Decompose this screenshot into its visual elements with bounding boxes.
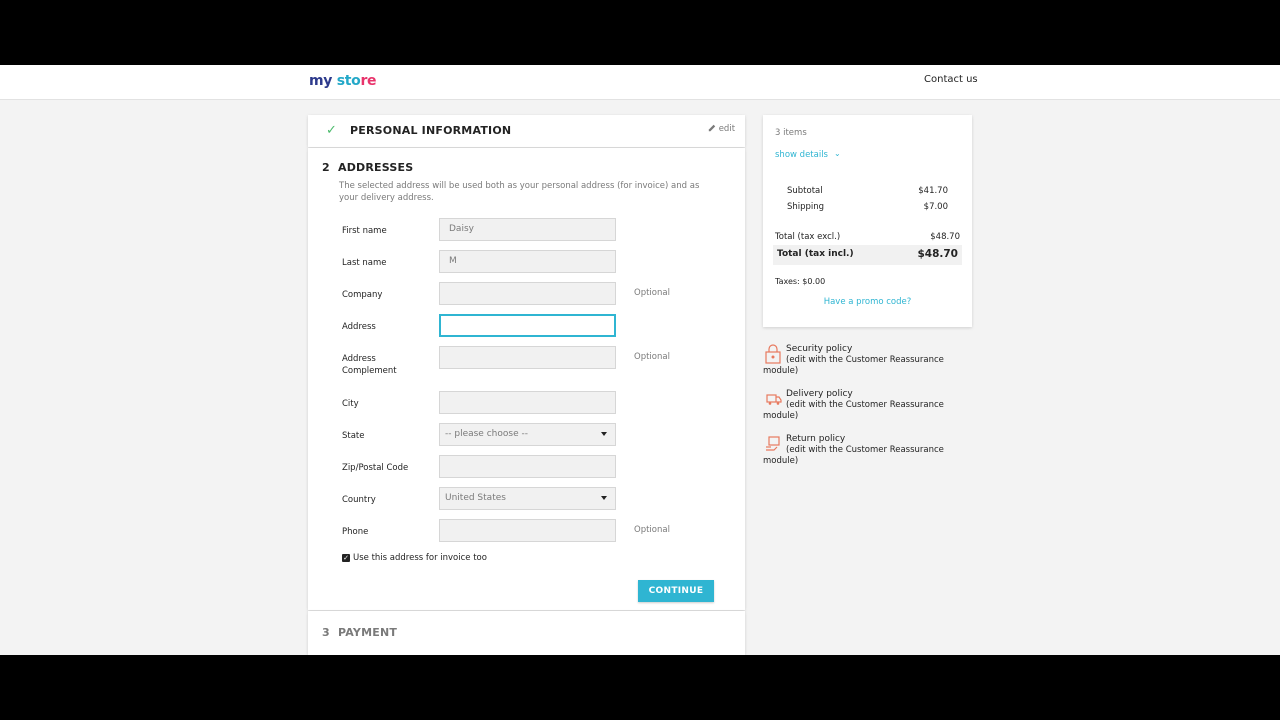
reassurance-delivery: Delivery policy (edit with the Customer … (763, 389, 944, 421)
page-viewport: my store Contact us ✓ PERSONAL INFORMATI… (0, 65, 1280, 655)
use-for-invoice-label[interactable]: Use this address for invoice too (353, 553, 487, 563)
total-incl-value: $48.70 (917, 248, 958, 260)
phone-optional-hint: Optional (634, 525, 670, 535)
step-personal-information[interactable]: ✓ PERSONAL INFORMATION edit (308, 115, 745, 147)
shipping-value: $7.00 (923, 202, 948, 212)
use-for-invoice-checkbox[interactable]: ✓ (342, 554, 350, 562)
caret-down-icon (601, 432, 607, 436)
country-label: Country (342, 495, 376, 505)
reassurance-return: Return policy (edit with the Customer Re… (763, 434, 944, 466)
country-select[interactable]: United States (439, 487, 616, 510)
show-details-link[interactable]: show details (775, 150, 828, 160)
step-title: PERSONAL INFORMATION (350, 124, 512, 137)
step-addresses: 2 ADDRESSES The selected address will be… (308, 148, 745, 610)
reassurance-security: Security policy (edit with the Customer … (763, 344, 944, 376)
address-complement-optional-hint: Optional (634, 352, 670, 362)
edit-link[interactable]: edit (708, 124, 735, 134)
caret-down-icon (601, 496, 607, 500)
taxes-line: Taxes: $0.00 (775, 277, 826, 286)
address-label: Address (342, 322, 376, 332)
zip-input[interactable] (439, 455, 616, 478)
subtotal-label: Subtotal (787, 186, 823, 196)
truck-icon (766, 394, 782, 405)
state-label: State (342, 431, 365, 441)
contact-us-link[interactable]: Contact us (924, 74, 978, 85)
shipping-label: Shipping (787, 202, 825, 212)
total-incl-label: Total (tax incl.) (777, 249, 854, 259)
city-input[interactable] (439, 391, 616, 414)
step-number: 2 (322, 161, 330, 174)
zip-label: Zip/Postal Code (342, 463, 409, 473)
address-complement-label: Address Complement (342, 354, 397, 376)
address-complement-input[interactable] (439, 346, 616, 369)
step-number: 3 (322, 626, 330, 639)
company-label: Company (342, 290, 383, 300)
company-input[interactable] (439, 282, 616, 305)
step-payment[interactable]: 3 PAYMENT (308, 611, 745, 655)
first-name-label: First name (342, 226, 387, 236)
chevron-down-icon[interactable]: ⌄ (834, 149, 841, 158)
step-title: ADDRESSES (338, 161, 414, 174)
step-title: PAYMENT (338, 626, 398, 639)
total-incl-row: Total (tax incl.) $48.70 (773, 245, 962, 265)
site-header: my store Contact us (0, 65, 1280, 100)
check-icon: ✓ (326, 123, 337, 138)
store-logo[interactable]: my store (309, 73, 377, 89)
subtotal-value: $41.70 (918, 186, 948, 196)
last-name-input[interactable]: M (439, 250, 616, 273)
promo-code-link[interactable]: Have a promo code? (763, 297, 972, 307)
total-excl-label: Total (tax excl.) (775, 232, 841, 242)
state-select[interactable]: -- please choose -- (439, 423, 616, 446)
company-optional-hint: Optional (634, 288, 670, 298)
phone-input[interactable] (439, 519, 616, 542)
phone-label: Phone (342, 527, 369, 537)
items-count: 3 items (775, 128, 807, 138)
last-name-label: Last name (342, 258, 387, 268)
lock-icon (765, 344, 781, 364)
return-box-icon (766, 436, 780, 451)
continue-button[interactable]: CONTINUE (638, 580, 714, 602)
address-input[interactable] (439, 314, 616, 337)
step-description: The selected address will be used both a… (339, 181, 700, 203)
pencil-icon (708, 124, 716, 132)
total-excl-value: $48.70 (930, 232, 960, 242)
cart-summary: 3 items show details ⌄ Subtotal $41.70 S… (763, 115, 972, 327)
city-label: City (342, 399, 359, 409)
first-name-input[interactable]: Daisy (439, 218, 616, 241)
